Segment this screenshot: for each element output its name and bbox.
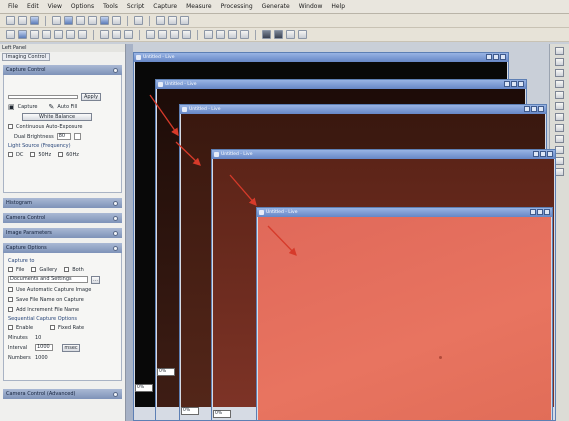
arrow-2 (175, 141, 201, 166)
arrow-3 (229, 174, 257, 206)
arrow-1 (149, 94, 179, 137)
annotation-arrows (149, 94, 297, 256)
arrow-4 (267, 225, 297, 256)
